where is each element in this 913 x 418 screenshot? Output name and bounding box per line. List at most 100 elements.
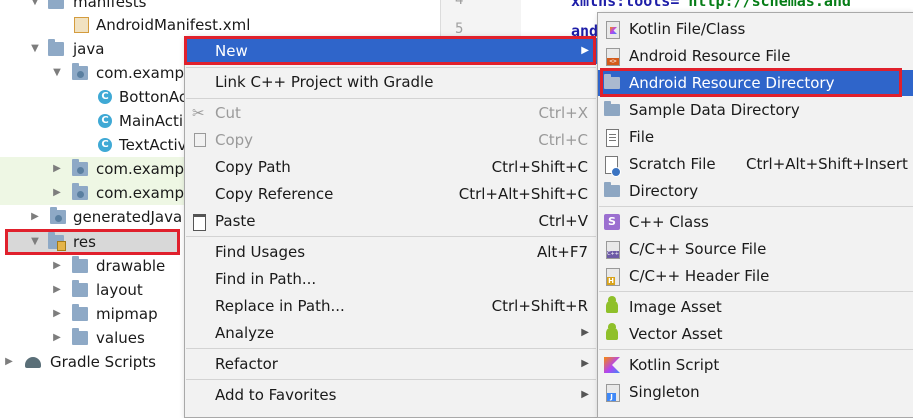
menu-item-link-cpp-project[interactable]: Link C++ Project with Gradle [185, 69, 597, 95]
folder-icon [72, 304, 88, 321]
menu-item-label: Copy Reference [215, 185, 334, 203]
cpp-class-icon: S [604, 214, 620, 230]
submenu-item-label: Vector Asset [629, 325, 723, 343]
folder-icon [72, 280, 88, 297]
menu-item-shortcut: Ctrl+X [538, 104, 588, 122]
menu-separator [186, 98, 596, 99]
gradle-elephant-icon [25, 357, 41, 368]
android-resource-file-icon [606, 48, 620, 66]
singleton-icon [606, 384, 620, 402]
menu-separator [599, 206, 913, 207]
submenu-arrow-icon: ▶ [581, 45, 589, 56]
package-folder-icon [72, 159, 88, 176]
submenu-item-cpp-source-file[interactable]: C/C++ Source File [598, 236, 913, 262]
folder-icon [604, 182, 620, 197]
submenu-item-label: Android Resource Directory [629, 74, 835, 92]
menu-item-refactor[interactable]: Refactor ▶ [185, 351, 597, 377]
class-icon: C [98, 114, 112, 128]
submenu-item-label: Scratch File [629, 155, 716, 173]
tree-item-label: manifests [73, 0, 147, 11]
submenu-item-file[interactable]: File [598, 124, 913, 150]
menu-item-label: New [215, 42, 248, 60]
submenu-item-cpp-header-file[interactable]: C/C++ Header File [598, 263, 913, 289]
submenu-item-label: Image Asset [629, 298, 722, 316]
tree-item-label: java [73, 40, 105, 58]
submenu-item-image-asset[interactable]: Image Asset [598, 294, 913, 320]
menu-item-new[interactable]: New ▶ [185, 38, 597, 64]
menu-separator [186, 67, 596, 68]
tree-item-label: MainActi [119, 112, 184, 130]
submenu-arrow-icon: ▶ [581, 358, 589, 369]
tree-item-label: com.exampl [96, 184, 189, 202]
submenu-item-android-resource-file[interactable]: Android Resource File [598, 43, 913, 69]
tree-item-label: generatedJava [73, 208, 183, 226]
menu-item-label: Find in Path... [215, 270, 317, 288]
menu-item-copy-path[interactable]: Copy Path Ctrl+Shift+C [185, 154, 597, 180]
menu-item-cut[interactable]: ✂ Cut Ctrl+X [185, 100, 597, 126]
tree-item-label: drawable [96, 257, 166, 275]
collapse-arrow-icon[interactable]: ▶ [51, 278, 63, 302]
submenu-item-directory[interactable]: Directory [598, 178, 913, 204]
submenu-item-scratch-file[interactable]: Scratch File Ctrl+Alt+Shift+Insert [598, 151, 913, 177]
copy-icon [194, 133, 206, 147]
collapse-arrow-icon[interactable]: ▶ [3, 350, 15, 374]
submenu-item-vector-asset[interactable]: Vector Asset [598, 321, 913, 347]
menu-item-replace-in-path[interactable]: Replace in Path... Ctrl+Shift+R [185, 293, 597, 319]
menu-item-analyze[interactable]: Analyze ▶ [185, 320, 597, 346]
tree-item-label: mipmap [96, 305, 158, 323]
menu-item-shortcut: Ctrl+Shift+R [491, 297, 588, 315]
folder-icon [604, 74, 620, 89]
submenu-item-kotlin-file-class[interactable]: Kotlin File/Class [598, 16, 913, 42]
xml-attribute-value: "http://schemas.and [679, 0, 851, 10]
package-folder-icon [72, 183, 88, 200]
clipboard-icon [193, 214, 206, 231]
tree-item-manifests[interactable]: ▼ manifests [0, 0, 440, 14]
collapse-arrow-icon[interactable]: ▶ [51, 326, 63, 350]
collapse-arrow-icon[interactable]: ▶ [51, 302, 63, 326]
expand-arrow-icon[interactable]: ▼ [51, 61, 63, 85]
menu-item-shortcut: Ctrl+C [538, 131, 588, 149]
folder-icon [72, 256, 88, 273]
menu-separator [186, 236, 596, 237]
submenu-item-cpp-class[interactable]: S C++ Class [598, 209, 913, 235]
expand-arrow-icon[interactable]: ▼ [29, 37, 41, 61]
kotlin-file-icon [606, 21, 620, 39]
collapse-arrow-icon[interactable]: ▶ [51, 254, 63, 278]
expand-arrow-icon[interactable]: ▼ [29, 0, 41, 14]
submenu-item-label: Android Resource File [629, 47, 791, 65]
menu-item-find-in-path[interactable]: Find in Path... [185, 266, 597, 292]
submenu-item-kotlin-script[interactable]: Kotlin Script [598, 352, 913, 378]
submenu-item-android-resource-directory[interactable]: Android Resource Directory [598, 70, 913, 96]
submenu-item-singleton[interactable]: Singleton [598, 379, 913, 405]
menu-item-paste[interactable]: Paste Ctrl+V [185, 208, 597, 234]
menu-item-copy[interactable]: Copy Ctrl+C [185, 127, 597, 153]
tree-item-label: com.exampl [96, 64, 189, 82]
tree-item-androidmanifest[interactable]: AndroidManifest.xml [0, 13, 440, 37]
submenu-item-label: Singleton [629, 383, 700, 401]
menu-item-find-usages[interactable]: Find Usages Alt+F7 [185, 239, 597, 265]
submenu-item-label: Kotlin File/Class [629, 20, 746, 38]
submenu-item-sample-data-directory[interactable]: Sample Data Directory [598, 97, 913, 123]
expand-arrow-icon[interactable]: ▼ [29, 230, 41, 254]
new-submenu: Kotlin File/Class Android Resource File … [597, 12, 913, 418]
menu-item-copy-reference[interactable]: Copy Reference Ctrl+Alt+Shift+C [185, 181, 597, 207]
res-folder-icon [48, 232, 66, 251]
tree-item-label: Gradle Scripts [50, 353, 156, 371]
menu-separator [186, 348, 596, 349]
menu-item-shortcut: Ctrl+Shift+C [491, 158, 588, 176]
submenu-item-label: C/C++ Source File [629, 240, 767, 258]
submenu-item-label: Sample Data Directory [629, 101, 800, 119]
submenu-item-label: C/C++ Header File [629, 267, 770, 285]
file-icon [606, 129, 619, 147]
tree-item-label: TextActiv [119, 136, 187, 154]
submenu-arrow-icon: ▶ [581, 389, 589, 400]
scissors-icon: ✂ [192, 104, 205, 122]
collapse-arrow-icon[interactable]: ▶ [51, 157, 63, 181]
collapse-arrow-icon[interactable]: ▶ [51, 181, 63, 205]
collapse-arrow-icon[interactable]: ▶ [29, 205, 41, 229]
line-number: 5 [455, 21, 464, 37]
code-line: xmlns:tools="http://schemas.and [571, 0, 851, 10]
android-icon [606, 296, 618, 313]
menu-item-add-to-favorites[interactable]: Add to Favorites ▶ [185, 382, 597, 408]
menu-item-label: Refactor [215, 355, 278, 373]
